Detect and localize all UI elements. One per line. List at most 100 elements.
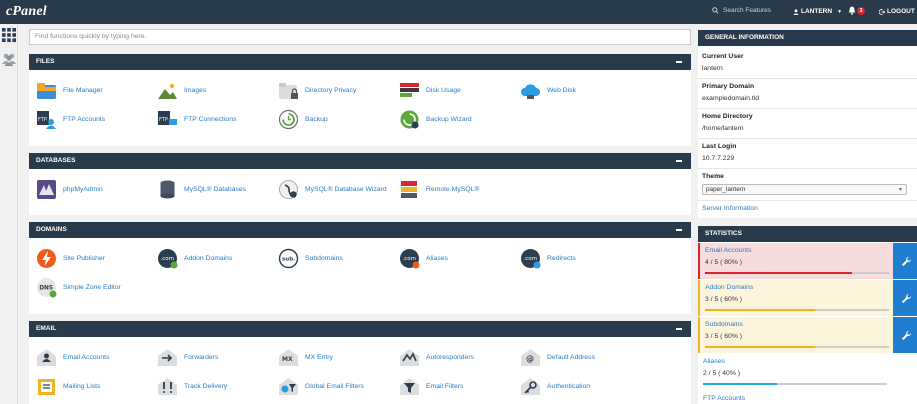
forwarders-link[interactable]: Forwarders [157,347,218,368]
email-header[interactable]: EMAIL [29,321,691,337]
global-email-filters-link[interactable]: Global Email Filters [278,376,364,397]
theme-select-value: paper_lantern [706,186,746,193]
site-publisher-label: Site Publisher [63,255,105,262]
database-icon [160,180,175,199]
disk-usage-link[interactable]: Disk Usage [399,80,461,101]
feature-search-placeholder: Search Features [723,7,772,14]
email-filters-label: Email Filters [426,383,464,390]
mailing-lists-link[interactable]: Mailing Lists [36,376,100,397]
track-delivery-link[interactable]: Track Delivery [157,376,227,397]
backup-link[interactable]: Backup [278,109,328,130]
statistics-title: STATISTICS [705,230,742,237]
phpmyadmin-link[interactable]: phpMyAdmin [36,179,103,200]
subdomain-icon: sub. [278,248,299,269]
addon-domains-link[interactable]: .com Addon Domains [157,248,232,269]
key-icon [521,378,540,395]
email-title: EMAIL [36,325,57,332]
divider [698,108,917,109]
databases-header[interactable]: DATABASES [29,153,691,169]
chevron-down-icon: ▾ [898,187,902,193]
email-filters-link[interactable]: Email Filters [399,376,463,397]
quick-search-input[interactable]: Find functions quickly by typing here. [29,29,691,45]
manage-button[interactable] [893,280,917,316]
images-icon [158,83,177,99]
ftp-accounts-link[interactable]: FTP FTP Accounts [36,109,105,130]
divider [698,200,917,201]
file-manager-link[interactable]: File Manager [36,80,103,101]
stat-name-link[interactable]: Subdomains [705,321,743,328]
general-information-panel: GENERAL INFORMATION Current User lantern… [698,30,917,218]
wrench-icon [901,293,911,303]
images-link[interactable]: Images [157,80,206,101]
files-header[interactable]: FILES [29,54,691,70]
lightning-icon [37,249,56,268]
stat-value: 3 / 5 ( 60% ) [705,296,743,303]
collapse-icon[interactable] [676,229,682,231]
forward-icon [158,349,177,366]
divider [698,168,917,169]
files-panel: FILES File Manager Images Directory Priv… [29,54,691,146]
collapse-icon[interactable] [676,61,682,63]
remote-mysql-link[interactable]: Remote MySQL® [399,179,479,200]
authentication-link[interactable]: Authentication [520,376,590,397]
simple-zone-editor-link[interactable]: DNS Simple Zone Editor [36,277,121,298]
home-directory-value: /home/lantern [702,125,744,132]
email-accounts-link[interactable]: Email Accounts [36,347,109,368]
addon-domains-label: Addon Domains [184,255,233,262]
collapse-icon[interactable] [676,328,682,330]
usage-progress-bar [703,383,887,385]
redirects-link[interactable]: .com Redirects [520,248,576,269]
email-account-icon [37,349,56,366]
files-title: FILES [36,58,55,65]
user-menu[interactable]: LANTERN ▼ [793,8,842,15]
theme-select[interactable]: paper_lantern ▾ [702,184,907,195]
autoresponders-link[interactable]: Autoresponders [399,347,474,368]
global-email-filters-label: Global Email Filters [305,383,364,390]
web-disk-link[interactable]: Web Disk [520,80,576,101]
addon-domain-icon: .com [158,249,178,269]
server-information-link[interactable]: Server Information [702,205,758,212]
home-directory-label: Home Directory [702,113,753,120]
database-wizard-icon [279,180,298,199]
default-address-label: Default Address [547,354,595,361]
cpanel-logo[interactable]: cPanel [6,4,47,20]
phpmyadmin-icon [37,180,56,199]
aliases-link[interactable]: .com Aliases [399,248,448,269]
default-address-link[interactable]: @ Default Address [520,347,595,368]
subdomains-link[interactable]: sub. Subdomains [278,248,343,269]
usage-progress-bar [705,309,889,311]
site-publisher-link[interactable]: Site Publisher [36,248,105,269]
backup-wizard-link[interactable]: Backup Wizard [399,109,472,130]
mysql-databases-link[interactable]: MySQL® Databases [157,179,246,200]
domains-header[interactable]: DOMAINS [29,222,691,238]
statistics-panel: STATISTICS Email Accounts 4 / 5 ( 80% ) Ad… [698,226,917,404]
cloud-icon [521,84,540,99]
stat-name-link[interactable]: Aliases [703,358,725,365]
file-manager-label: File Manager [63,87,103,94]
grid-icon[interactable] [2,28,16,42]
left-rail [0,24,18,404]
databases-title: DATABASES [36,157,76,164]
disk-usage-icon [400,83,419,97]
simple-zone-editor-label: Simple Zone Editor [63,284,121,291]
manage-button[interactable] [893,243,917,279]
stat-name-link[interactable]: Addon Domains [705,284,753,291]
autoresponders-label: Autoresponders [426,354,474,361]
usage-progress-bar [705,272,889,274]
collapse-icon[interactable] [676,160,682,162]
users-icon[interactable] [2,52,16,66]
notifications-button[interactable]: 3 [848,6,866,15]
directory-privacy-link[interactable]: Directory Privacy [278,80,356,101]
mysql-database-wizard-link[interactable]: MySQL® Database Wizard [278,179,387,200]
feature-search[interactable]: Search Features [712,7,771,14]
manage-button[interactable] [893,317,917,353]
ftp-connections-link[interactable]: FTP FTP Connections [157,109,236,130]
mx-entry-link[interactable]: MX MX Entry [278,347,333,368]
ftp-accounts-stat-link[interactable]: FTP Accounts [703,395,745,402]
stat-name-link[interactable]: Email Accounts [705,247,751,254]
stat-row: Aliases 2 / 5 ( 40% ) [698,354,917,390]
mailing-list-icon [38,379,55,395]
user-icon [793,8,799,15]
logout-button[interactable]: LOGOUT [879,8,915,15]
usage-progress-fill [705,272,853,274]
